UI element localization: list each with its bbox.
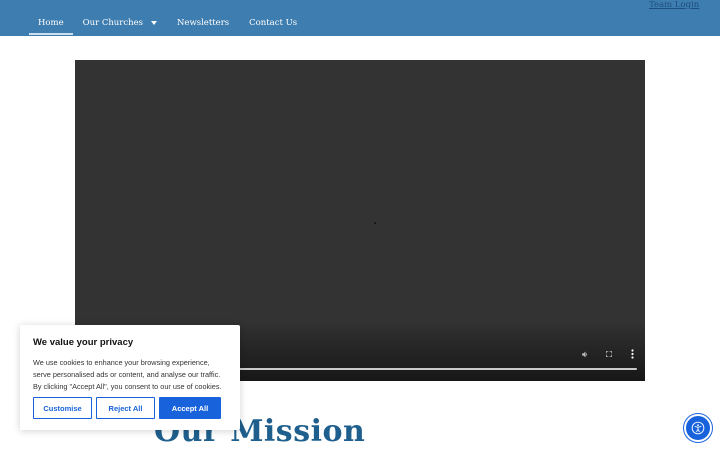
accessibility-icon	[691, 421, 705, 435]
video-progress-bar[interactable]	[195, 368, 637, 370]
nav-item-contact-us[interactable]: Contact Us	[249, 0, 297, 36]
accessibility-button[interactable]	[684, 414, 712, 442]
nav-item-label: Newsletters	[176, 18, 230, 28]
team-login-link[interactable]: Team Login	[649, 0, 699, 10]
video-loading-indicator	[374, 222, 376, 224]
volume-icon[interactable]	[580, 349, 590, 359]
nav-item-label: Contact Us	[249, 18, 298, 28]
fullscreen-icon[interactable]	[604, 349, 614, 359]
nav-item-label: Our Churches	[82, 18, 143, 28]
main-nav: Home Our Churches Newsletters Contact Us	[29, 0, 317, 36]
cookie-button-row: Customise Reject All Accept All	[33, 397, 221, 419]
accept-all-button[interactable]: Accept All	[159, 397, 221, 419]
more-options-icon[interactable]	[627, 349, 637, 359]
top-nav-bar: Home Our Churches Newsletters Contact Us	[0, 0, 720, 36]
cookie-consent-banner: We value your privacy We use cookies to …	[20, 325, 240, 430]
nav-item-home[interactable]: Home	[29, 0, 73, 36]
customise-button[interactable]: Customise	[33, 397, 92, 419]
nav-item-label: Home	[38, 18, 64, 28]
cookie-banner-text: We use cookies to enhance your browsing …	[33, 358, 222, 391]
nav-item-newsletters[interactable]: Newsletters	[177, 0, 229, 36]
nav-item-our-churches[interactable]: Our Churches	[83, 0, 157, 36]
caret-down-icon	[150, 21, 157, 25]
cookie-banner-title: We value your privacy	[33, 337, 134, 348]
reject-all-button[interactable]: Reject All	[96, 397, 155, 419]
